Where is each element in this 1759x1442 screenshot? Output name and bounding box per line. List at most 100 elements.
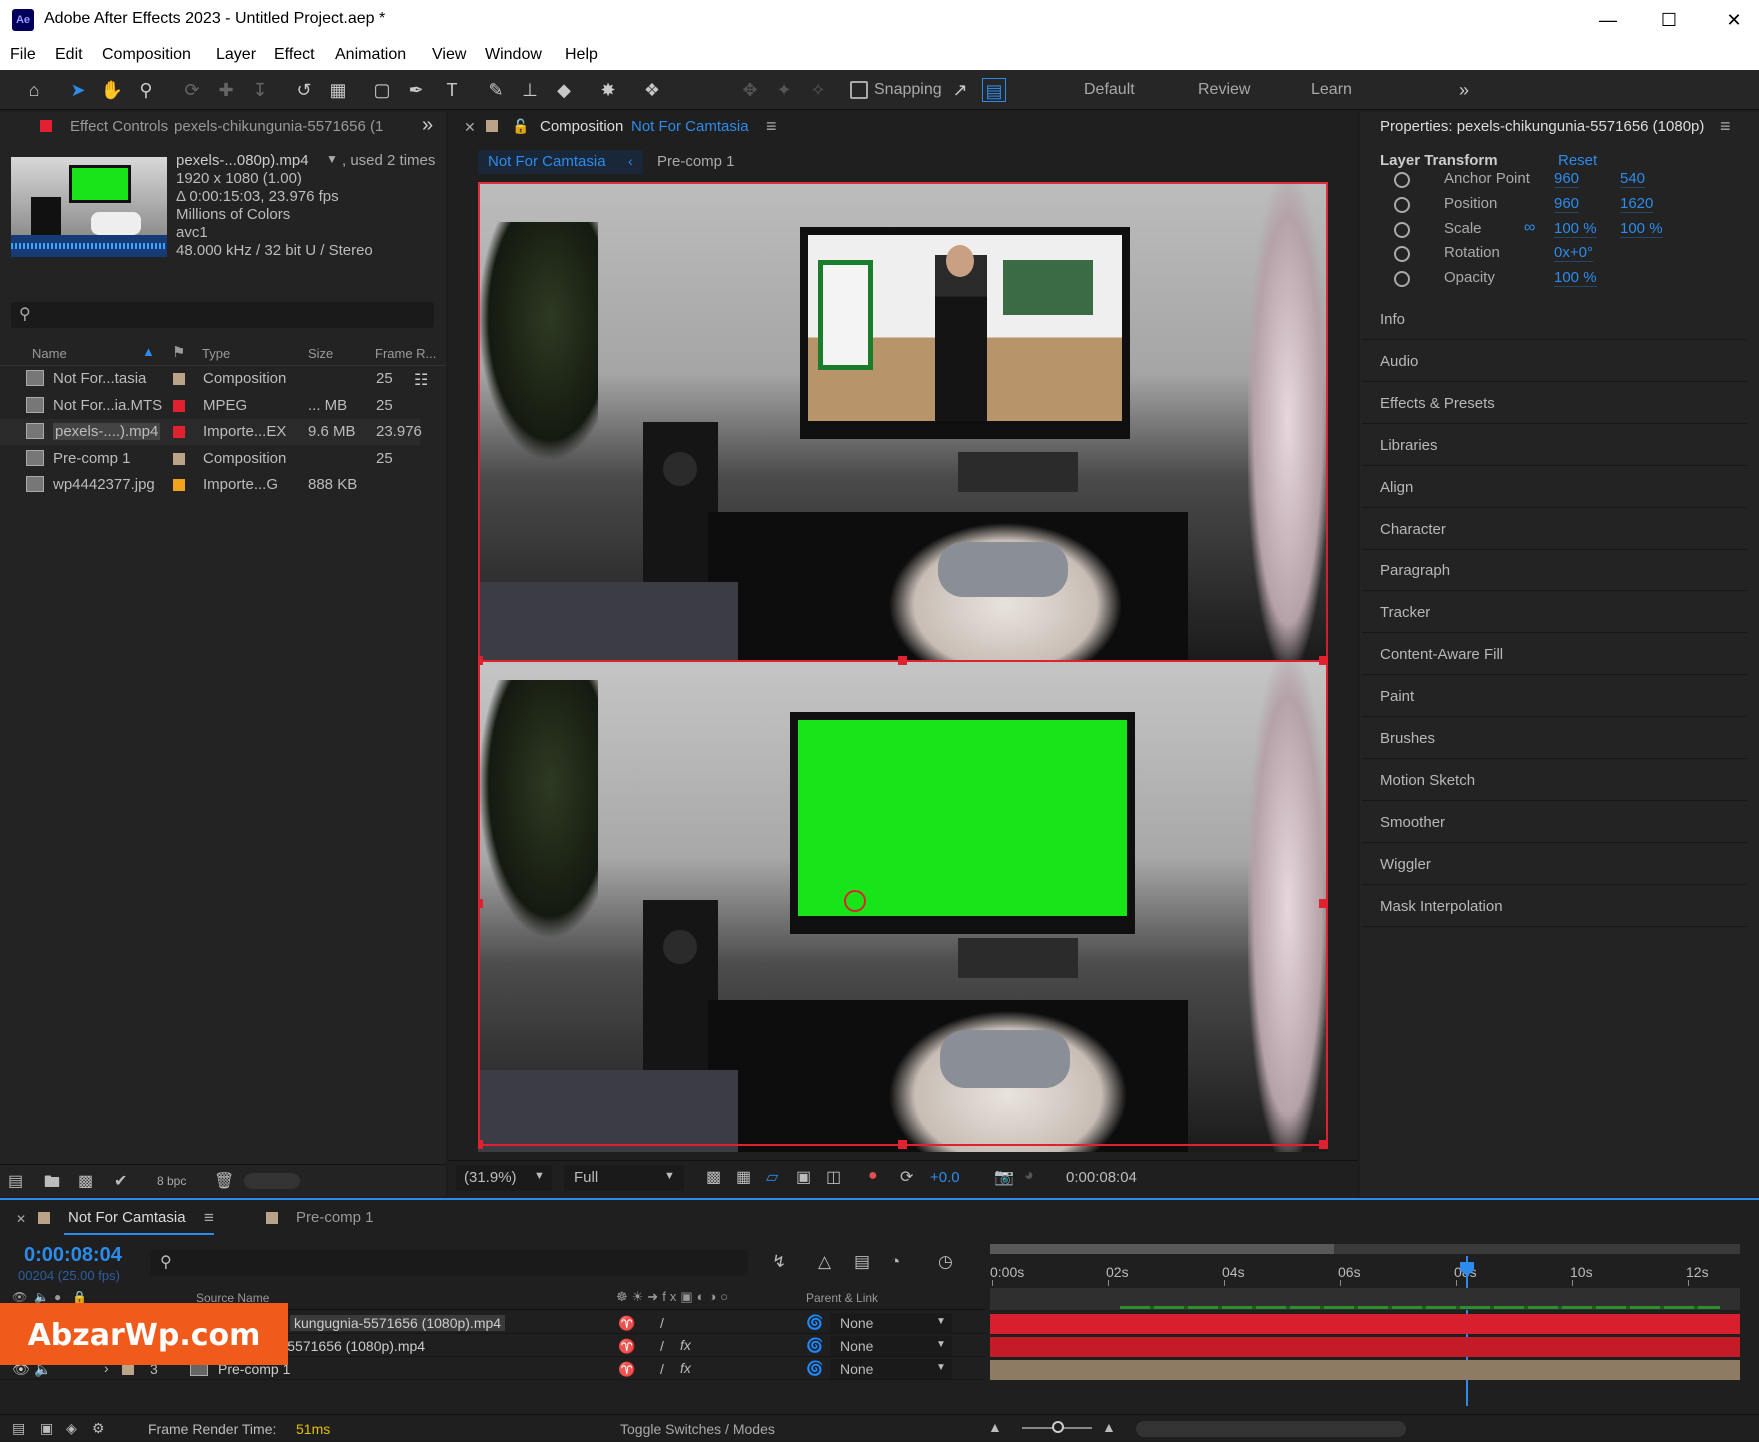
selection-handle[interactable] (478, 1140, 483, 1149)
panel-overflow-icon[interactable]: » (422, 114, 433, 137)
layer-duration-bar[interactable] (990, 1337, 1740, 1357)
quality-switch-icon[interactable]: / (660, 1315, 664, 1331)
pan-tool-icon[interactable]: ✚ (214, 78, 238, 102)
workspace-learn[interactable]: Learn (1311, 81, 1352, 99)
layer-selection-box[interactable] (478, 660, 1328, 1146)
new-folder-icon[interactable]: 🖿 (44, 1171, 60, 1198)
panel-group-align[interactable]: Align (1362, 468, 1747, 508)
brush-tool-icon[interactable]: ✎ (484, 78, 508, 102)
reset-button[interactable]: Reset (1558, 152, 1597, 169)
graph-editor-icon[interactable]: ◷ (938, 1252, 953, 1272)
constrain-proportions-icon[interactable]: ∞ (1524, 219, 1535, 237)
timeline-tab-pre-comp-1[interactable]: Pre-comp 1 (296, 1209, 374, 1226)
timeline-current-time[interactable]: 0:00:08:04 (24, 1244, 122, 1267)
snapping-checkbox[interactable] (850, 81, 868, 99)
eraser-tool-icon[interactable]: ◆ (552, 78, 576, 102)
panel-group-libraries[interactable]: Libraries (1362, 426, 1747, 466)
composition-viewer[interactable] (478, 182, 1328, 1152)
menu-help[interactable]: Help (565, 46, 598, 64)
panel-group-smoother[interactable]: Smoother (1362, 803, 1747, 843)
pan-behind-tool-icon[interactable]: ▦ (326, 78, 350, 102)
solo-icon[interactable]: ● (54, 1290, 61, 1304)
property-value-1[interactable]: 0x+0° (1554, 244, 1593, 262)
panel-group-content-aware-fill[interactable]: Content-Aware Fill (1362, 635, 1747, 676)
column-type[interactable]: Type (202, 346, 230, 361)
axis-world-icon[interactable]: ✦ (772, 78, 796, 102)
menu-window[interactable]: Window (485, 46, 542, 64)
effects-switch-icon[interactable]: fx (680, 1360, 691, 1376)
interpret-footage-icon[interactable]: ▤ (8, 1171, 23, 1191)
effects-switch-icon[interactable]: fx (680, 1337, 691, 1353)
close-icon[interactable]: ✕ (1714, 6, 1754, 34)
selection-handle[interactable] (898, 656, 907, 665)
stopwatch-icon[interactable] (1394, 172, 1410, 188)
pick-whip-icon[interactable]: 🌀 (806, 1337, 823, 1354)
menu-layer[interactable]: Layer (216, 46, 256, 64)
time-ruler[interactable]: 0:00s02s04s06s08s10s12s (990, 1258, 1740, 1286)
snap-features-icon[interactable]: ▤ (982, 78, 1006, 102)
layer-source-name[interactable]: kungugnia-5571656 (1080p).mp4 (290, 1315, 506, 1331)
panel-group-brushes[interactable]: Brushes (1362, 719, 1747, 759)
hand-tool-icon[interactable]: ✋ (100, 78, 124, 102)
maximize-icon[interactable]: ☐ (1649, 6, 1689, 34)
project-item[interactable]: pexels-....).mp4 Importe...EX 9.6 MB 23.976 (0, 419, 422, 445)
layer-switches-icon[interactable]: ▤ (12, 1420, 25, 1437)
selection-handle[interactable] (898, 1140, 907, 1149)
fast-previews-icon[interactable]: ▩ (706, 1167, 721, 1187)
close-tab-icon[interactable]: ✕ (16, 1212, 26, 1226)
timeline-search-input[interactable]: ⚲ (150, 1250, 748, 1276)
axis-local-icon[interactable]: ✥ (738, 78, 762, 102)
composition-tab-label[interactable]: Composition (540, 118, 623, 135)
thumbnail-size-slider[interactable] (244, 1173, 300, 1189)
render-time-icon[interactable]: ⚙ (92, 1420, 105, 1437)
parent-dropdown[interactable]: None ▼ (830, 1313, 952, 1333)
timeline-scrollbar[interactable] (1136, 1421, 1406, 1437)
transparency-grid-icon[interactable]: ▦ (736, 1167, 751, 1187)
project-item[interactable]: Not For...tasia Composition 25 (0, 366, 420, 392)
parent-dropdown[interactable]: None ▼ (830, 1359, 952, 1379)
workspace-review[interactable]: Review (1198, 81, 1250, 99)
footage-filename[interactable]: pexels-...080p).mp4 (176, 152, 309, 169)
trash-icon[interactable]: 🗑 (214, 1171, 234, 1191)
lock-icon[interactable]: 🔓 (512, 118, 529, 135)
effect-controls-tab[interactable]: Effect Controls (70, 118, 168, 135)
project-item[interactable]: wp4442377.jpg Importe...G 888 KB (0, 472, 420, 498)
workspace-default[interactable]: Default (1084, 81, 1135, 99)
toggle-switches-modes[interactable]: Toggle Switches / Modes (620, 1421, 775, 1437)
new-composition-icon[interactable]: ▩ (78, 1171, 93, 1191)
quality-switch-icon[interactable]: / (660, 1338, 664, 1354)
quality-switch-icon[interactable]: / (660, 1361, 664, 1377)
exposure-value[interactable]: +0.0 (930, 1169, 960, 1186)
stopwatch-icon[interactable] (1394, 222, 1410, 238)
zoom-in-icon[interactable]: ▲ (1102, 1419, 1116, 1435)
breadcrumb-pre-comp-1[interactable]: Pre-comp 1 (657, 153, 735, 170)
selection-handle[interactable] (1319, 656, 1328, 665)
orbit-tool-icon[interactable]: ⟳ (180, 78, 204, 102)
sort-ascending-icon[interactable]: ▲ (142, 344, 155, 359)
column-name[interactable]: Name (32, 346, 67, 361)
project-search-input[interactable]: ⚲ (11, 302, 434, 328)
home-icon[interactable]: ⌂ (22, 78, 46, 102)
bit-depth-button[interactable]: 8 bpc (157, 1174, 186, 1188)
panel-group-motion-sketch[interactable]: Motion Sketch (1362, 761, 1747, 801)
resolution-dropdown[interactable]: Full ▼ (564, 1165, 684, 1191)
color-channels-icon[interactable]: ● (868, 1167, 878, 1185)
column-size[interactable]: Size (308, 346, 333, 361)
frame-blending-icon[interactable]: ▤ (854, 1252, 870, 1272)
more-workspaces-icon[interactable]: » (1452, 78, 1476, 102)
in-out-icon[interactable]: ◈ (66, 1420, 77, 1437)
panel-group-effects-presets[interactable]: Effects & Presets (1362, 384, 1747, 424)
panel-group-tracker[interactable]: Tracker (1362, 593, 1747, 634)
dolly-tool-icon[interactable]: ↧ (248, 78, 272, 102)
hamburger-menu-icon[interactable]: ≡ (204, 1208, 214, 1228)
property-value-1[interactable]: 100 % (1554, 269, 1597, 287)
panel-group-audio[interactable]: Audio (1362, 342, 1747, 382)
property-value-2[interactable]: 100 % (1620, 220, 1663, 238)
eye-icon[interactable]: 👁 (12, 1290, 27, 1304)
shy-switch-icon[interactable]: ♈ (618, 1315, 635, 1332)
parent-dropdown[interactable]: None ▼ (830, 1336, 952, 1356)
layer-duration-bar[interactable] (990, 1360, 1740, 1380)
menu-effect[interactable]: Effect (274, 46, 315, 64)
menu-edit[interactable]: Edit (55, 46, 83, 64)
close-tab-icon[interactable]: ✕ (464, 119, 476, 136)
